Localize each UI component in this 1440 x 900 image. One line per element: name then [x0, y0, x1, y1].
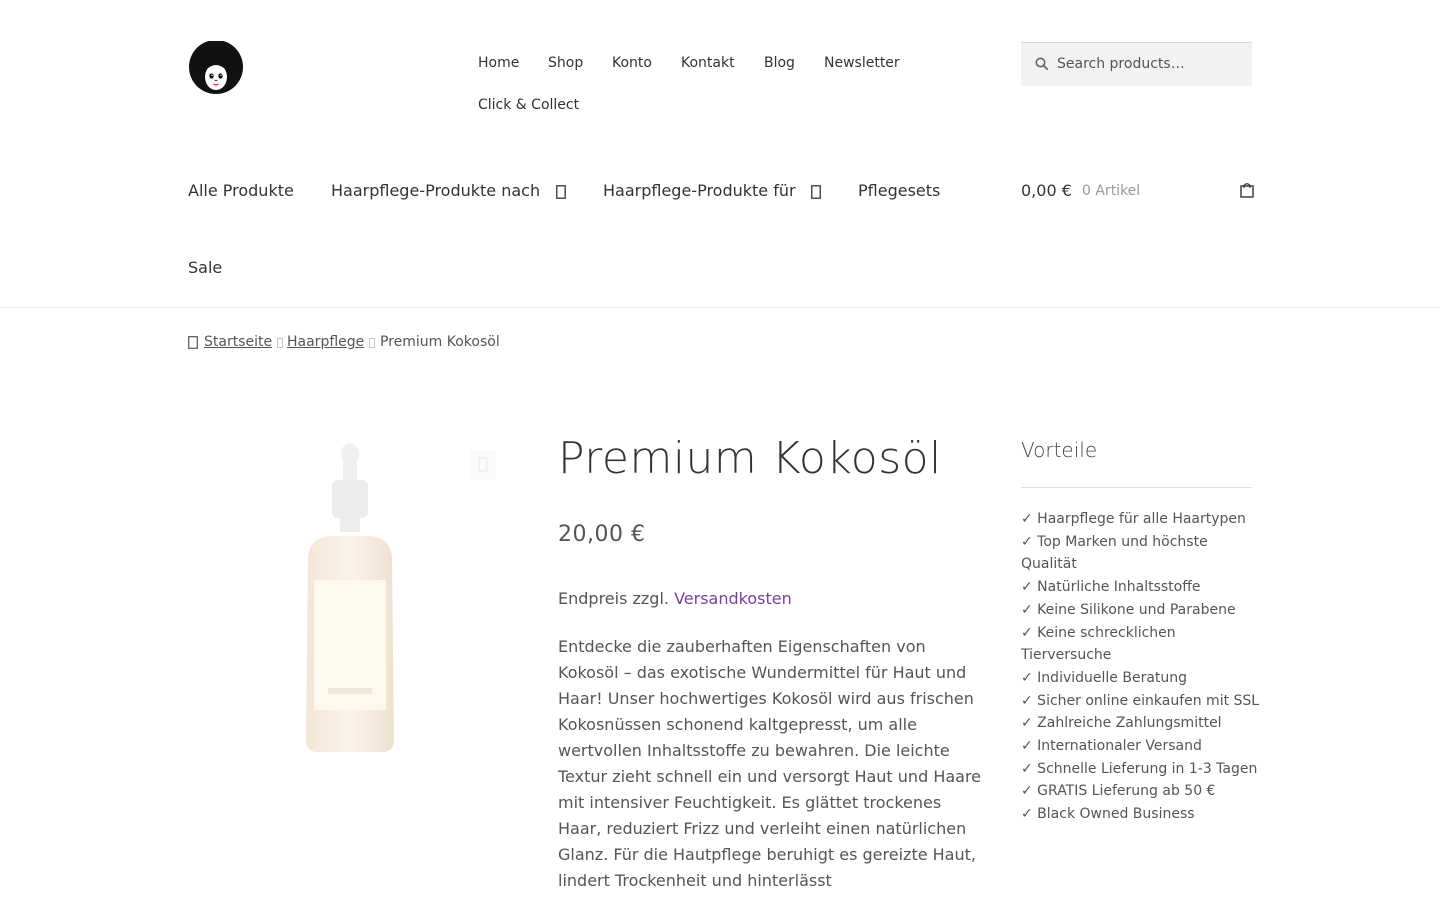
site-logo[interactable] — [188, 40, 244, 97]
benefit-item: ✓ Keine Silikone und Parabene — [1021, 601, 1236, 618]
menu-haarpflege-nach[interactable]: Haarpflege-Produkte nach — [331, 181, 540, 200]
cart-total[interactable]: 0,00 € — [1021, 181, 1072, 200]
magnifier-zoom-icon[interactable] — [470, 450, 496, 480]
benefit-item: ✓ Black Owned Business — [1021, 806, 1195, 823]
nav-blog[interactable]: Blog — [764, 55, 795, 71]
breadcrumb-haarpflege[interactable]: Haarpflege — [287, 334, 364, 350]
benefit-item: ✓ Keine schrecklichen Tierversuche — [1021, 624, 1176, 664]
nav-home[interactable]: Home — [478, 55, 519, 71]
benefit-item: ✓ Internationaler Versand — [1021, 738, 1202, 755]
benefit-item: ✓ Sicher online einkaufen mit SSL — [1021, 692, 1260, 709]
search-input[interactable] — [1057, 43, 1247, 85]
tax-info: Endpreis zzgl. Versandkosten — [558, 589, 792, 608]
benefit-item: ✓ Haarpflege für alle Haartypen — [1021, 511, 1246, 527]
breadcrumb-current: Premium Kokosöl — [380, 334, 500, 350]
nav-kontakt[interactable]: Kontakt — [681, 55, 735, 71]
nav-konto[interactable]: Konto — [612, 55, 652, 71]
afro-face-logo-icon — [189, 40, 243, 94]
product-description: Entdecke die zauberhaften Eigenschaften … — [558, 637, 982, 890]
chevron-down-icon[interactable] — [556, 185, 566, 199]
benefit-item: ✓ Top Marken und höchste Qualität — [1021, 533, 1208, 573]
benefits-list: ✓ Haarpflege für alle Haartypen ✓ Top Ma… — [1021, 508, 1261, 826]
benefit-item: ✓ Zahlreiche Zahlungsmittel — [1021, 715, 1222, 732]
breadcrumb-separator-icon — [277, 338, 283, 348]
product-bottle-image — [306, 443, 394, 752]
product-title: Premium Kokosöl — [558, 433, 942, 484]
product-price: 20,00 € — [558, 522, 646, 547]
breadcrumb-separator-icon — [369, 338, 375, 348]
benefit-item: ✓ Natürliche Inhaltsstoffe — [1021, 579, 1201, 596]
header-divider — [0, 307, 1440, 308]
nav-click-collect[interactable]: Click & Collect — [478, 97, 579, 113]
benefit-item: ✓ Individuelle Beratung — [1021, 669, 1188, 686]
benefit-item: ✓ GRATIS Lieferung ab 50 € — [1021, 783, 1216, 800]
sidebar-title: Vorteile — [1021, 438, 1098, 462]
chevron-down-icon[interactable] — [811, 185, 821, 199]
nav-shop[interactable]: Shop — [548, 55, 583, 71]
home-icon — [188, 336, 198, 349]
product-image[interactable] — [290, 440, 410, 760]
menu-alle-produkte[interactable]: Alle Produkte — [188, 181, 294, 200]
tax-info-text: Endpreis zzgl. — [558, 589, 669, 608]
menu-sale[interactable]: Sale — [188, 258, 222, 277]
menu-haarpflege-fuer[interactable]: Haarpflege-Produkte für — [603, 181, 796, 200]
breadcrumb-startseite[interactable]: Startseite — [204, 334, 272, 350]
product-search — [1021, 42, 1252, 86]
search-icon — [1035, 57, 1049, 71]
nav-newsletter[interactable]: Newsletter — [824, 55, 900, 71]
sidebar-divider — [1021, 487, 1252, 488]
benefit-item: ✓ Schnelle Lieferung in 1-3 Tagen — [1021, 760, 1258, 777]
shipping-costs-link[interactable]: Versandkosten — [674, 589, 792, 608]
cart-item-count[interactable]: 0 Artikel — [1082, 183, 1140, 199]
menu-pflegesets[interactable]: Pflegesets — [858, 181, 940, 200]
shopping-bag-icon[interactable] — [1240, 182, 1254, 198]
